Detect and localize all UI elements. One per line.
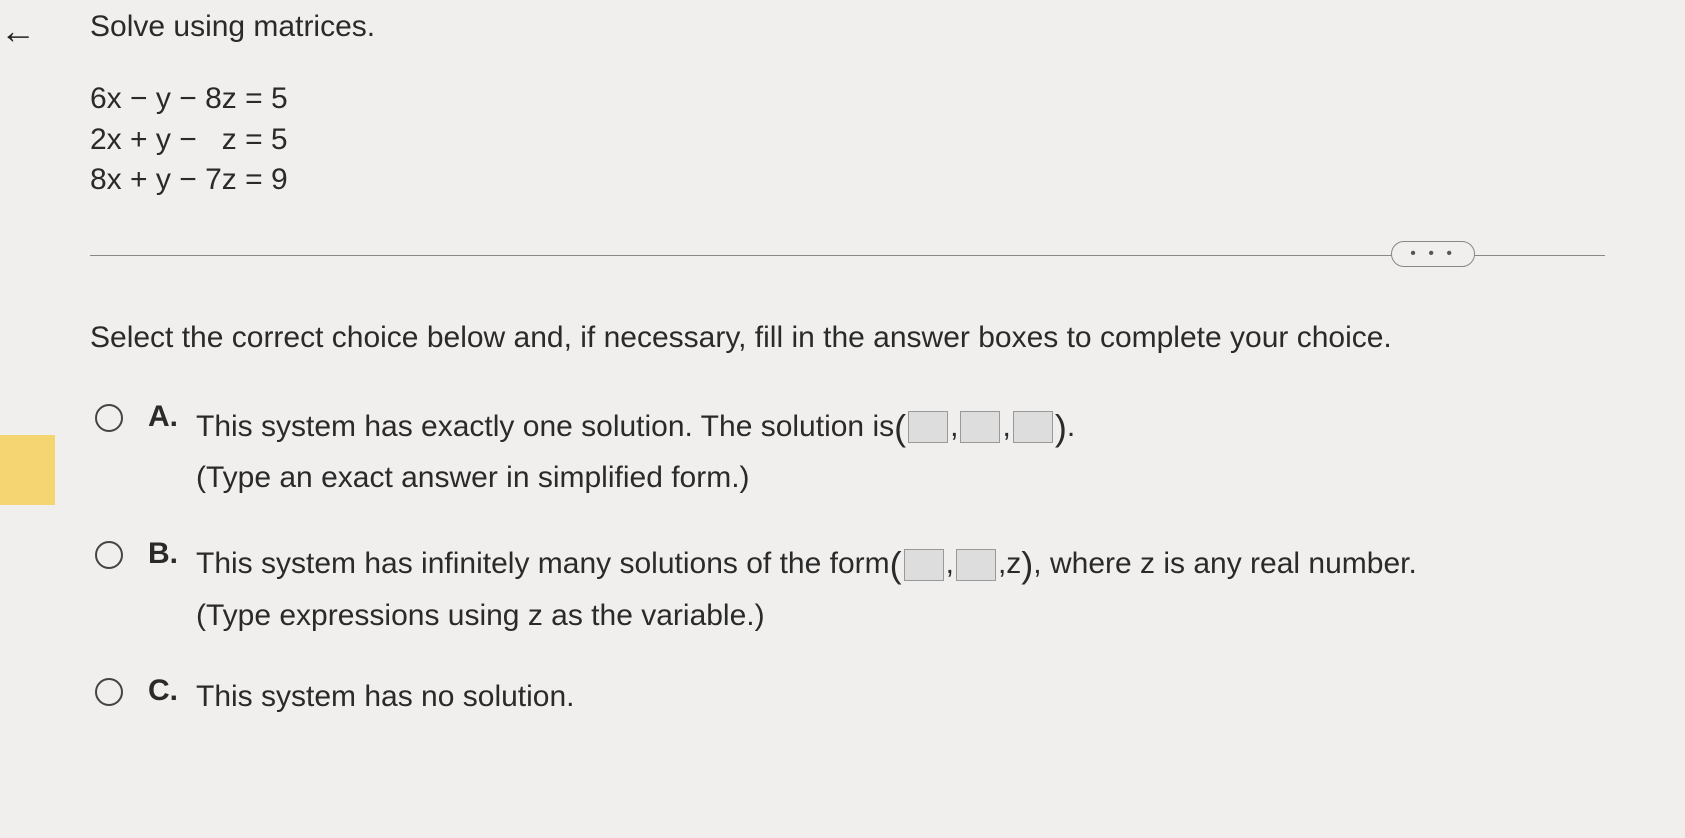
left-arrow-fragment: ← [0,10,36,52]
choice-a-label: A. [148,400,178,434]
choices-list: A. This system has exactly one solution.… [90,400,1645,721]
choice-b-line2: (Type expressions using z as the variabl… [196,593,1645,640]
paren-close: ) [1021,537,1033,593]
more-options-button[interactable]: • • • [1391,241,1475,267]
z-part: ,z [998,541,1021,588]
divider-row: • • • [90,241,1645,271]
answer-box-a3[interactable] [1013,411,1053,443]
comma: , [946,541,954,588]
paren-open: ( [890,537,902,593]
paren-close: ) [1055,400,1067,456]
equation-3: 8x + y − 7z = 9 [90,160,1645,201]
equations-block: 6x − y − 8z = 5 2x + y − z = 5 8x + y − … [90,79,1645,201]
comma: , [950,404,958,451]
highlight-marker [0,435,55,505]
answer-box-b2[interactable] [956,549,996,581]
equation-1: 6x − y − 8z = 5 [90,79,1645,120]
radio-c[interactable] [95,678,123,706]
choice-c-text: This system has no solution. [196,674,1645,721]
choice-b: B. This system has infinitely many solut… [95,537,1645,639]
radio-a[interactable] [95,404,123,432]
answer-box-a2[interactable] [960,411,1000,443]
choice-c: C. This system has no solution. [95,674,1645,721]
comma: , [1002,404,1010,451]
choice-c-label: C. [148,674,178,708]
paren-open: ( [894,400,906,456]
choice-b-text: This system has infinitely many solution… [196,537,1645,639]
choice-a-text: This system has exactly one solution. Th… [196,400,1645,502]
answer-box-b1[interactable] [904,549,944,581]
period: . [1067,404,1075,451]
choice-a-line2: (Type an exact answer in simplified form… [196,455,1645,502]
choice-b-line1-pre: This system has infinitely many solution… [196,541,890,588]
choice-b-label: B. [148,537,178,571]
answer-box-a1[interactable] [908,411,948,443]
instruction-text: Select the correct choice below and, if … [90,321,1645,355]
question-title: Solve using matrices. [90,10,1645,44]
choice-b-post: , where z is any real number. [1033,541,1417,588]
divider-line [90,255,1605,256]
radio-b[interactable] [95,541,123,569]
equation-2: 2x + y − z = 5 [90,120,1645,161]
question-content: Solve using matrices. 6x − y − 8z = 5 2x… [0,10,1685,721]
choice-a-line1-pre: This system has exactly one solution. Th… [196,404,894,451]
choice-a: A. This system has exactly one solution.… [95,400,1645,502]
